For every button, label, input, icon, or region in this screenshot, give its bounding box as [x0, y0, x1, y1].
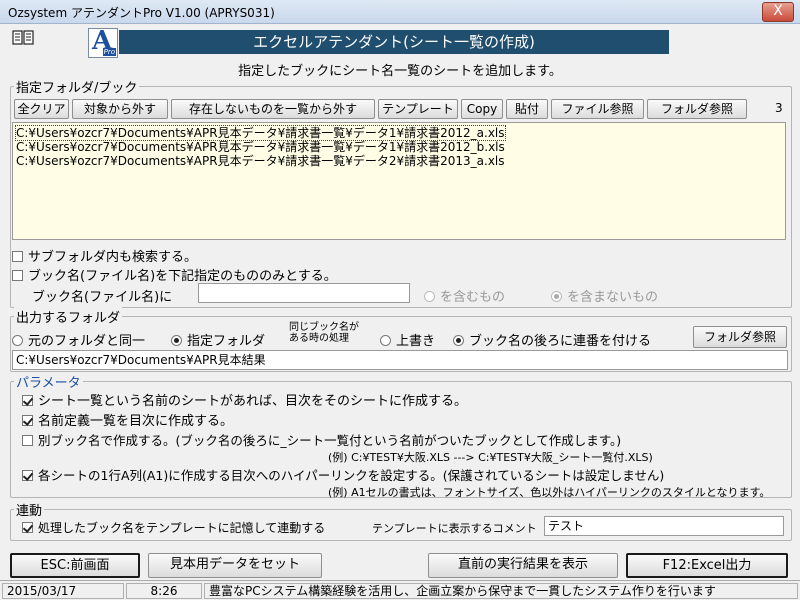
specified-folder-option[interactable]: 指定フォルダ: [171, 330, 265, 349]
folder-ref-button[interactable]: フォルダ参照: [647, 99, 747, 119]
same-name-note: 同じブック名が ある時の処理: [289, 322, 359, 344]
exclude-missing-button[interactable]: 存在しないものを一覧から外す: [171, 99, 375, 119]
remember-label: 処理したブック名をテンプレートに記憶して連動する: [38, 521, 326, 535]
append-number-radio[interactable]: [453, 335, 464, 346]
param-option-3-example: (例) C:¥TEST¥大阪.XLS ---> C:¥TEST¥大阪_シート一覧…: [328, 451, 653, 464]
file-count: 3: [775, 101, 783, 115]
book-filter-checkbox[interactable]: [12, 270, 23, 281]
template-button[interactable]: テンプレート: [378, 99, 458, 119]
remember-option[interactable]: 処理したブック名をテンプレートに記憶して連動する: [22, 519, 325, 536]
contains-option[interactable]: を含むもの: [424, 286, 505, 305]
param-option-2-checkbox[interactable]: [22, 415, 33, 426]
overwrite-option[interactable]: 上書き: [380, 330, 435, 349]
book-name-input[interactable]: [198, 283, 410, 303]
exclude-button[interactable]: 対象から外す: [72, 99, 168, 119]
param-option-4-example: (例) A1セルの書式は、フォントサイズ、色以外はハイパーリンクのスタイルとなり…: [328, 486, 771, 499]
list-item[interactable]: C:¥Users¥ozcr7¥Documents¥APR見本データ¥請求書一覧¥…: [16, 154, 505, 168]
overwrite-radio[interactable]: [380, 335, 391, 346]
file-ref-button[interactable]: ファイル参照: [551, 99, 644, 119]
contains-label: を含むもの: [440, 290, 506, 305]
app-logo: A Pro: [88, 26, 118, 58]
param-group-label: パラメータ: [14, 372, 83, 391]
specified-folder-label: 指定フォルダ: [187, 334, 266, 349]
not-contains-label: を含まないもの: [567, 290, 659, 305]
specified-folder-radio[interactable]: [171, 335, 182, 346]
param-option-2[interactable]: 名前定義一覧を目次に作成する。: [22, 410, 233, 429]
page-title: エクセルアテンダント(シート一覧の作成): [119, 30, 669, 54]
output-folder-ref-button[interactable]: フォルダ参照: [693, 326, 787, 348]
logo-sub: Pro: [102, 48, 116, 56]
excel-output-button[interactable]: F12:Excel出力: [626, 553, 788, 578]
output-group-label: 出力するフォルダ: [14, 307, 123, 326]
paste-button[interactable]: 貼付: [506, 99, 548, 119]
book-filter-option[interactable]: ブック名(ファイル名)を下記指定のもののみとする。: [12, 265, 337, 284]
overwrite-label: 上書き: [396, 334, 436, 349]
window-title: Ozsystem アテンダントPro V1.00 (APRYS031): [8, 6, 275, 20]
param-option-1[interactable]: シート一覧という名前のシートがあれば、目次をそのシートに作成する。: [22, 390, 467, 409]
same-folder-option[interactable]: 元のフォルダと同一: [12, 330, 145, 349]
last-result-button[interactable]: 直前の実行結果を表示: [428, 553, 618, 578]
folder-group-label: 指定フォルダ/ブック: [14, 77, 140, 96]
status-time: 8:26: [126, 583, 202, 599]
status-message: 豊富なPCシステム構築経験を活用し、企画立案から保守まで一貫したシステム作りを行…: [204, 583, 798, 599]
same-folder-label: 元のフォルダと同一: [28, 334, 146, 349]
list-item[interactable]: C:¥Users¥ozcr7¥Documents¥APR見本データ¥請求書一覧¥…: [15, 125, 506, 141]
not-contains-radio[interactable]: [551, 291, 562, 302]
book-filter-label: ブック名(ファイル名)を下記指定のもののみとする。: [28, 269, 337, 284]
param-option-2-label: 名前定義一覧を目次に作成する。: [38, 414, 234, 429]
copy-button[interactable]: Copy: [461, 99, 503, 119]
subfolder-search-option[interactable]: サブフォルダ内も検索する。: [12, 246, 197, 265]
output-path-input[interactable]: C:¥Users¥ozcr7¥Documents¥APR見本結果: [12, 350, 788, 370]
comment-label: テンプレートに表示するコメント: [372, 522, 537, 535]
subfolder-search-checkbox[interactable]: [12, 251, 23, 262]
same-name-note-line2: ある時の処理: [289, 333, 349, 344]
comment-input[interactable]: テスト: [544, 516, 784, 536]
list-item[interactable]: C:¥Users¥ozcr7¥Documents¥APR見本データ¥請求書一覧¥…: [16, 140, 505, 154]
param-option-4[interactable]: 各シートの1行A列(A1)に作成する目次へのハイパーリンクを設定する。(保護され…: [22, 465, 664, 484]
param-option-3-checkbox[interactable]: [22, 435, 33, 446]
same-folder-radio[interactable]: [12, 335, 23, 346]
book-icon[interactable]: [12, 30, 34, 46]
append-number-label: ブック名の後ろに連番を付ける: [469, 334, 652, 349]
subfolder-search-label: サブフォルダ内も検索する。: [28, 250, 198, 265]
append-number-option[interactable]: ブック名の後ろに連番を付ける: [453, 330, 651, 349]
same-name-note-line1: 同じブック名が: [289, 322, 359, 333]
param-option-1-checkbox[interactable]: [22, 395, 33, 406]
status-date: 2015/03/17: [2, 583, 124, 599]
title-bar: Ozsystem アテンダントPro V1.00 (APRYS031) X: [0, 0, 800, 24]
clear-all-button[interactable]: 全クリア: [14, 99, 69, 119]
remember-checkbox[interactable]: [22, 522, 33, 533]
esc-button[interactable]: ESC:前画面: [10, 553, 140, 578]
sample-data-button[interactable]: 見本用データをセット: [148, 553, 322, 578]
param-option-3[interactable]: 別ブック名で作成する。(ブック名の後ろに_シート一覧付という名前がついたブックと…: [22, 430, 621, 449]
param-option-4-label: 各シートの1行A列(A1)に作成する目次へのハイパーリンクを設定する。(保護され…: [38, 468, 665, 483]
file-list[interactable]: C:¥Users¥ozcr7¥Documents¥APR見本データ¥請求書一覧¥…: [12, 122, 786, 240]
status-bar: 2015/03/17 8:26 豊富なPCシステム構築経験を活用し、企画立案から…: [0, 580, 800, 600]
book-name-label: ブック名(ファイル名)に: [32, 290, 173, 305]
contains-radio[interactable]: [424, 291, 435, 302]
param-option-4-checkbox[interactable]: [22, 470, 33, 481]
param-option-3-label: 別ブック名で作成する。(ブック名の後ろに_シート一覧付という名前がついたブックと…: [38, 433, 622, 448]
not-contains-option[interactable]: を含まないもの: [551, 286, 658, 305]
param-option-1-label: シート一覧という名前のシートがあれば、目次をそのシートに作成する。: [38, 394, 468, 409]
link-group-label: 連動: [14, 500, 45, 519]
close-button[interactable]: X: [762, 2, 794, 22]
